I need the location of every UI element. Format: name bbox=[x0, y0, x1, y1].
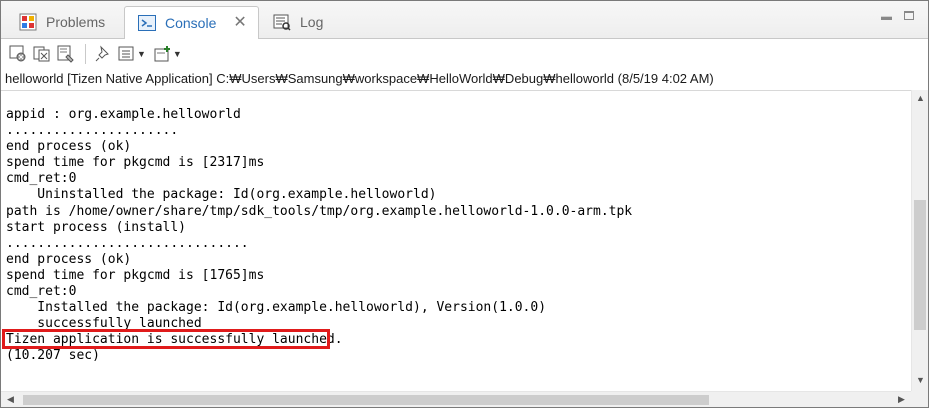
console-toolbar: ▼ ▼ bbox=[1, 39, 928, 69]
console-lines: appid : org.example.helloworld..........… bbox=[6, 107, 632, 365]
vertical-scroll-thumb[interactable] bbox=[914, 200, 926, 330]
console-line: (10.207 sec) bbox=[6, 348, 100, 364]
console-output[interactable]: appid : org.example.helloworld..........… bbox=[1, 90, 911, 392]
console-line: spend time for pkgcmd is [2317]ms bbox=[6, 155, 265, 171]
terminate-icon[interactable] bbox=[7, 44, 29, 64]
console-line: path is /home/owner/share/tmp/sdk_tools/… bbox=[6, 203, 633, 219]
tab-label: Console bbox=[165, 15, 217, 31]
console-line: ...................... bbox=[6, 123, 179, 139]
tab-problems[interactable]: Problems bbox=[19, 5, 123, 38]
close-icon[interactable]: ✕ bbox=[233, 15, 246, 31]
process-title: helloworld [Tizen Native Application] C:… bbox=[5, 71, 714, 86]
remove-all-terminated-icon[interactable] bbox=[31, 44, 53, 64]
problems-icon bbox=[19, 13, 37, 31]
scroll-left-icon[interactable]: ◀ bbox=[7, 394, 14, 405]
highlight-box bbox=[2, 329, 330, 349]
toolbar-divider bbox=[85, 44, 86, 64]
horizontal-scrollbar[interactable]: ◀ ▶ bbox=[1, 391, 911, 407]
console-view: Problems Console ✕ Log ▬ ▼ ▼ helloworld … bbox=[0, 0, 929, 408]
scroll-up-icon[interactable]: ▲ bbox=[916, 93, 925, 103]
clear-console-icon[interactable] bbox=[55, 44, 77, 64]
display-selected-console-icon[interactable] bbox=[116, 44, 138, 64]
tab-log[interactable]: Log bbox=[273, 5, 363, 38]
pin-icon[interactable] bbox=[92, 44, 114, 64]
console-line: end process (ok) bbox=[6, 139, 132, 155]
log-icon bbox=[273, 13, 291, 31]
console-line: cmd_ret:0 bbox=[6, 171, 77, 187]
chevron-down-icon[interactable]: ▼ bbox=[173, 49, 182, 59]
console-line: end process (ok) bbox=[6, 251, 132, 267]
minimize-icon[interactable]: ▬ bbox=[881, 11, 892, 23]
console-line: cmd_ret:0 bbox=[6, 284, 77, 300]
console-line: start process (install) bbox=[6, 219, 187, 235]
chevron-down-icon[interactable]: ▼ bbox=[137, 49, 146, 59]
scrollbar-corner bbox=[911, 391, 928, 407]
console-line: spend time for pkgcmd is [1765]ms bbox=[6, 267, 265, 283]
vertical-scrollbar[interactable]: ▲ ▼ bbox=[911, 90, 928, 391]
console-line: ............................... bbox=[6, 235, 249, 251]
tab-label: Log bbox=[300, 13, 324, 30]
tab-console[interactable]: Console ✕ bbox=[124, 6, 259, 39]
scroll-down-icon[interactable]: ▼ bbox=[916, 375, 925, 385]
scroll-right-icon[interactable]: ▶ bbox=[898, 394, 905, 405]
console-line: appid : org.example.helloworld bbox=[6, 107, 241, 122]
console-line: Uninstalled the package: Id(org.example.… bbox=[6, 187, 437, 203]
maximize-icon[interactable] bbox=[904, 11, 914, 20]
console-line: Installed the package: Id(org.example.he… bbox=[6, 300, 547, 316]
horizontal-scroll-thumb[interactable] bbox=[23, 395, 709, 405]
console-icon bbox=[138, 14, 156, 32]
tab-label: Problems bbox=[46, 13, 106, 30]
open-console-icon[interactable] bbox=[152, 44, 174, 64]
tab-bar: Problems Console ✕ Log ▬ bbox=[1, 1, 928, 39]
